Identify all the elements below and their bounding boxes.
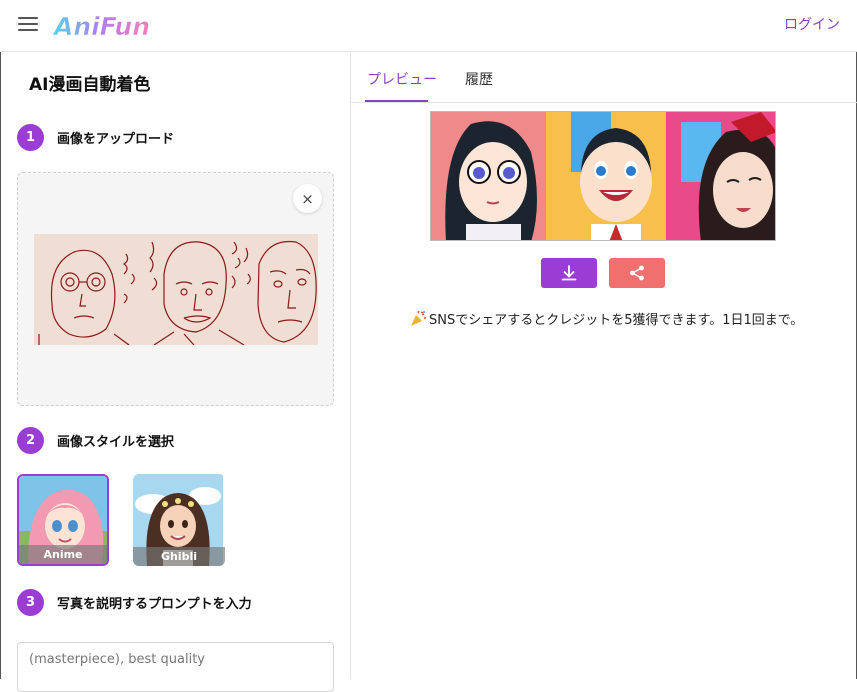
step-prompt: 3 写真を説明するプロンプトを入力 [17, 588, 252, 616]
left-panel: AI漫画自動着色 1 画像をアップロード × 2 画像スタイルを選択 Anime… [0, 53, 351, 692]
party-popper-icon [411, 310, 426, 326]
share-credit-note: SNSでシェアするとクレジットを5獲得できます。1日1回まで。 [409, 309, 803, 328]
uploaded-sketch-image [34, 234, 318, 345]
style-name: Ghibli [133, 547, 225, 566]
style-option-ghibli[interactable]: Ghibli [133, 474, 225, 566]
share-note-text: SNSでシェアするとクレジットを5獲得できます。1日1回まで。 [429, 313, 804, 328]
step-label: 写真を説明するプロンプトを入力 [57, 596, 252, 612]
step-number: 1 [17, 123, 44, 151]
share-button[interactable] [609, 258, 665, 288]
style-option-anime[interactable]: Anime [17, 474, 109, 566]
anifun-logo[interactable]: AniFun [52, 6, 148, 44]
tab-bar: プレビュー 履歴 [351, 53, 857, 103]
login-link[interactable]: ログイン [784, 14, 840, 34]
style-name: Anime [19, 545, 107, 564]
step-style: 2 画像スタイルを選択 [17, 426, 174, 454]
prompt-input[interactable]: (masterpiece), best quality [17, 642, 334, 692]
svg-text:AniFun: AniFun [52, 12, 148, 41]
step-number: 3 [17, 588, 44, 616]
close-icon[interactable]: × [293, 184, 322, 213]
tab-preview[interactable]: プレビュー [367, 69, 437, 89]
download-icon [561, 265, 577, 281]
hamburger-icon[interactable] [18, 14, 38, 32]
step-label: 画像スタイルを選択 [57, 434, 175, 450]
step-label: 画像をアップロード [57, 131, 175, 147]
step-upload: 1 画像をアップロード [17, 123, 174, 151]
download-button[interactable] [541, 258, 597, 288]
share-icon [630, 265, 644, 281]
header: AniFun ログイン [0, 0, 857, 52]
panel-title: AI漫画自動着色 [29, 75, 151, 95]
step-number: 2 [17, 426, 44, 454]
upload-dropzone[interactable]: × [17, 172, 334, 406]
active-tab-indicator [365, 100, 428, 102]
tab-history[interactable]: 履歴 [465, 69, 493, 89]
colorized-preview-image [430, 111, 776, 241]
